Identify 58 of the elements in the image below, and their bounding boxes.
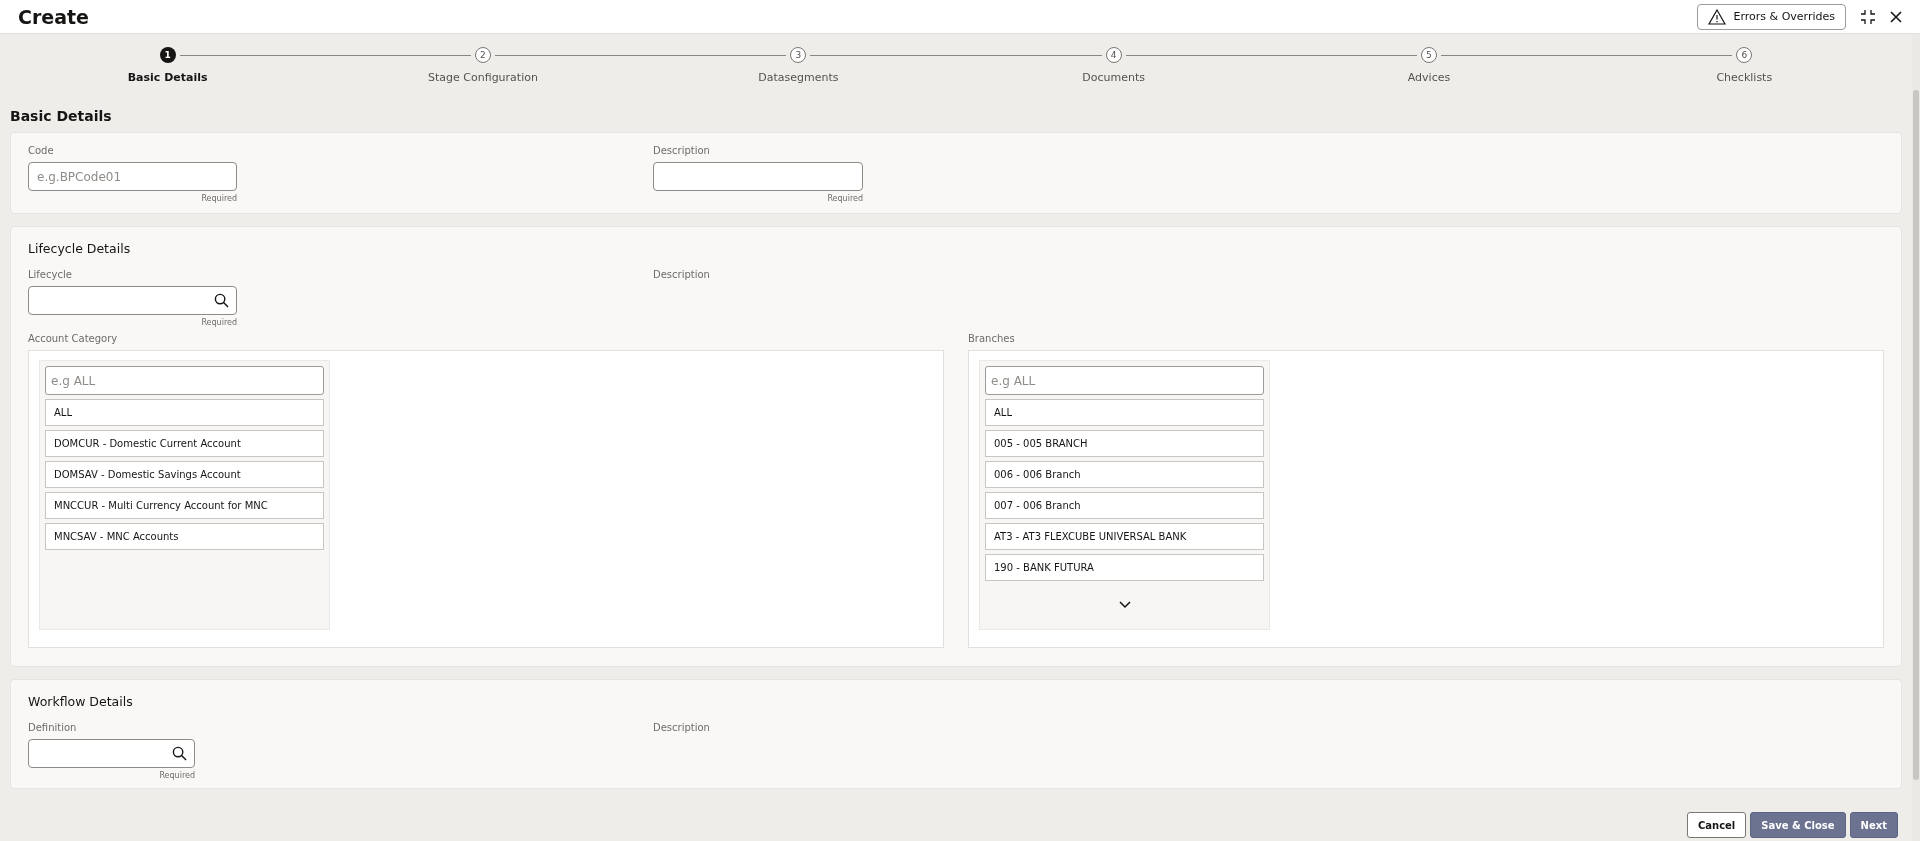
step-marker[interactable]: 3 (790, 47, 807, 63)
step-label[interactable]: Documents (1082, 71, 1145, 84)
step-marker[interactable]: 5 (1420, 47, 1437, 63)
filter-field[interactable]: e.g ALL (45, 366, 324, 395)
code-field[interactable]: e.g.BPCode01 (28, 162, 237, 191)
list-item[interactable]: 006 - 006 Branch (985, 461, 1264, 488)
close-button[interactable] (1890, 10, 1902, 23)
field-label: Account Category (28, 333, 119, 344)
chevron-down-icon (1118, 601, 1131, 609)
list-item[interactable]: ALL (45, 399, 324, 426)
step-marker[interactable]: 4 (1105, 47, 1122, 63)
step-marker[interactable]: 6 (1736, 47, 1753, 63)
list-item[interactable]: 007 - 006 Branch (985, 492, 1264, 519)
step-label[interactable]: Stage Configuration (428, 71, 538, 84)
scrollbar[interactable] (1912, 34, 1920, 841)
definition-field[interactable] (28, 739, 195, 768)
search-icon[interactable] (214, 293, 229, 308)
description-field[interactable] (653, 162, 863, 191)
field-label: Branches (968, 333, 1016, 344)
field-label: Definition (28, 722, 78, 733)
filter-field[interactable]: e.g ALL (985, 366, 1264, 395)
required-hint: Required (200, 194, 237, 203)
cancel-button[interactable]: Cancel (1686, 812, 1747, 838)
errors-button[interactable]: Errors & Overrides (1696, 3, 1846, 30)
step-label[interactable]: Datasegments (758, 71, 839, 84)
field-label: Code (28, 145, 55, 156)
window-title: Create (18, 5, 90, 28)
field-label: Description (653, 145, 711, 156)
step-marker[interactable]: 1 (159, 47, 176, 63)
page-heading: Basic Details (10, 108, 113, 124)
list-item[interactable]: MNCSAV - MNC Accounts (45, 523, 324, 550)
lifecycle-field[interactable] (28, 286, 237, 315)
list-item[interactable]: 190 - BANK FUTURA (985, 554, 1264, 581)
field-label: Description (653, 722, 711, 733)
warning-icon (1707, 8, 1726, 25)
primary-button[interactable]: Next (1849, 812, 1898, 838)
field-label: Lifecycle (28, 269, 73, 280)
list-item[interactable]: DOMCUR - Domestic Current Account (45, 430, 324, 457)
section-title: Lifecycle Details (28, 241, 132, 256)
list-item[interactable]: ALL (985, 399, 1264, 426)
list-item[interactable]: MNCCUR - Multi Currency Account for MNC (45, 492, 324, 519)
required-hint: Required (158, 771, 195, 780)
primary-button[interactable]: Save & Close (1750, 812, 1846, 838)
minimize-button[interactable] (1860, 8, 1876, 25)
required-hint: Required (826, 194, 863, 203)
step-marker[interactable]: 2 (475, 47, 491, 63)
field-label: Description (653, 269, 711, 280)
required-hint: Required (200, 318, 237, 327)
search-icon[interactable] (172, 746, 187, 761)
step-label[interactable]: Checklists (1716, 71, 1773, 84)
close-icon (1890, 10, 1902, 23)
step-label[interactable]: Advices (1407, 71, 1451, 84)
list-item[interactable]: 005 - 005 BRANCH (985, 430, 1264, 457)
list-item[interactable]: AT3 - AT3 FLEXCUBE UNIVERSAL BANK (985, 523, 1264, 550)
collapse-icon (1860, 8, 1876, 25)
list-item[interactable]: DOMSAV - Domestic Savings Account (45, 461, 324, 488)
step-label[interactable]: Basic Details (127, 71, 208, 84)
section-title: Workflow Details (28, 694, 134, 709)
